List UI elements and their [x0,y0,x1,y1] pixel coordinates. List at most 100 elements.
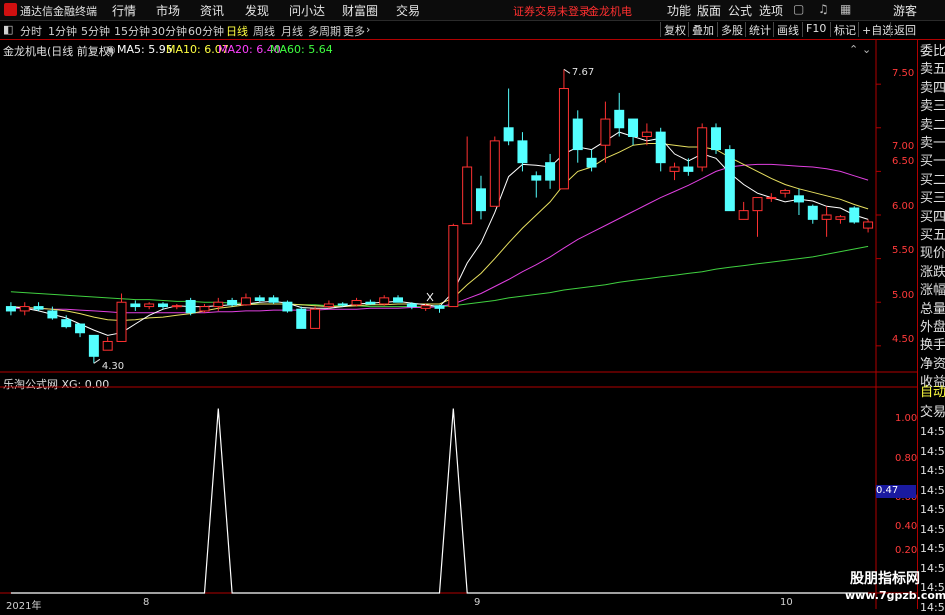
candle [240,293,251,306]
y-tick: 4.50 [892,334,915,345]
candle-body [558,88,569,190]
candle [807,204,818,224]
candle-body [641,131,652,137]
tick-time: 14:56 [920,425,945,438]
candle-body [711,127,722,151]
candle [19,302,30,316]
candle-body [780,190,791,194]
candle [780,188,791,198]
candle [669,162,680,181]
candle [752,197,763,237]
candle [766,193,777,202]
candle-body [766,197,777,200]
candle [835,215,846,224]
candle [199,303,210,313]
candle [393,295,404,303]
candle [628,118,639,146]
candle [310,306,321,329]
xg-y-tick: 0.40 [895,521,918,532]
cursor-value-tooltip: 0.47 [876,485,916,498]
candle-body [683,166,694,172]
candle-body [47,310,58,319]
y-tick: 7.50 [892,68,915,79]
candle [33,302,44,311]
candle [475,175,486,220]
candle [365,299,376,305]
low-price-label: 4.30 [101,361,125,373]
quote-field-2: 卖四 [920,80,945,96]
y-tick: 6.00 [892,201,915,212]
low-marker [93,358,101,364]
candle-body [88,334,99,357]
candle-body [268,297,279,303]
candle [655,127,666,172]
quote-field-4: 卖二 [920,117,945,133]
tick-time: 14:56 [920,522,945,536]
candle-body [793,195,804,203]
high-price-label: 7.67 [571,67,595,79]
candle [254,295,265,303]
candle-body [821,214,832,220]
candle-body [102,340,113,351]
candle-body [282,301,293,312]
candle [282,300,293,313]
tick-time: 14:56 [920,483,945,497]
x-tick-sep: 9 [474,597,481,608]
candle-body [545,162,556,181]
candle [144,302,155,310]
candle-body [697,127,708,168]
candle-body [600,118,611,146]
candle [683,158,694,176]
candle [697,123,708,172]
candle [434,304,445,313]
tick-time: 14:56 [920,503,945,516]
xg-y-tick: 0.20 [895,545,918,556]
quote-field-7: 买二 [920,172,945,188]
kline-chart[interactable] [0,0,917,609]
ma20-line [10,163,869,314]
candle-body [144,303,155,308]
candle-body [669,166,680,172]
quote-field-11: 现价 [920,246,945,262]
candle [793,188,804,215]
candle-body [61,319,72,328]
candle [296,306,307,329]
watermark-url: www.7gpzb.com [845,589,945,602]
candle-body [337,303,348,306]
candle-body [75,323,86,334]
candle [5,302,16,316]
candle-body [365,301,376,305]
candle [462,136,473,225]
candle-body [586,157,597,168]
candle [738,201,749,220]
quote-field-13: 涨幅 [920,283,945,299]
candle [572,110,583,163]
y-tick: 6.50 [892,156,915,167]
tick-time: 14:56 [920,542,945,555]
candle [448,223,459,308]
quote-field-9: 买四 [920,209,945,225]
trade-mode-1[interactable]: 交易 [920,405,945,420]
candle-body [655,131,666,164]
candle [614,92,625,137]
candle-body [517,140,528,164]
candle-body [379,297,390,305]
candle-body [420,305,431,309]
watermark-title: 股朋指标网 [850,571,920,587]
xg-y-tick: 1.00 [895,413,918,424]
candle-body [240,297,251,306]
candle [821,206,832,237]
trade-mode-0[interactable]: 自动 [920,385,945,400]
candle [711,123,722,154]
candle [130,300,141,311]
x-tick-year: 2021年 [6,601,42,612]
candle [227,297,238,307]
candle [171,303,182,310]
candle-body [393,297,404,303]
high-marker [563,68,571,74]
candle-body [434,305,445,309]
candle-body [849,207,860,223]
candle [489,136,500,207]
candle-body [5,306,16,312]
quote-panel: 委比 卖五 卖四 卖三 卖二 卖一 买一 买二 买三 买四 买五 现价 涨跌 涨幅 总量 外盘 换手 净资 收益 自动… [917,40,945,614]
